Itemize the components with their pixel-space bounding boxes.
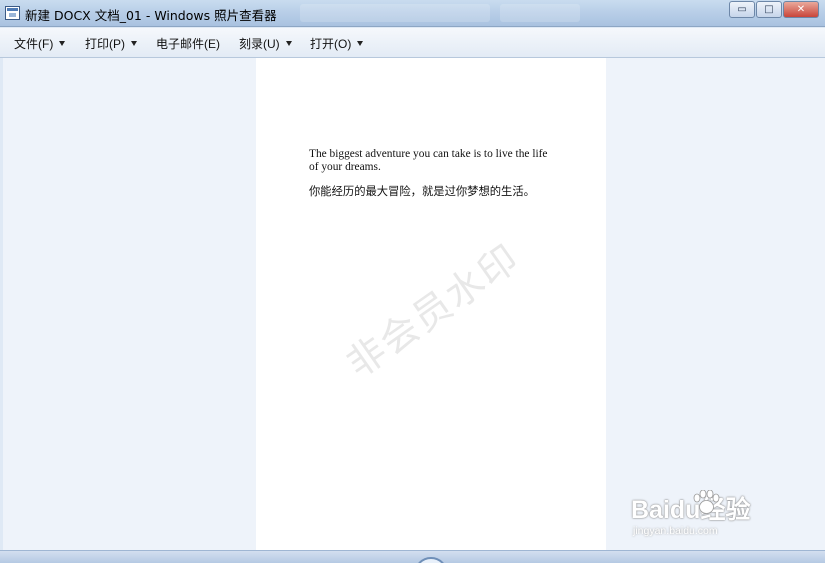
english-quote: The biggest adventure you can take is to… (309, 148, 548, 173)
chevron-down-icon (285, 40, 292, 46)
baidu-url: jingyan.baidu.com (633, 525, 718, 537)
menu-print[interactable]: 打印(P) (85, 35, 137, 51)
document-page: The biggest adventure you can take is to… (256, 58, 606, 550)
menu-email[interactable]: 电子邮件(E) (156, 35, 220, 51)
background-taskbar-tabs (300, 4, 690, 22)
chevron-down-icon (357, 40, 364, 46)
watermark-text: 非会员水印 (338, 235, 528, 387)
chevron-down-icon (59, 40, 66, 46)
window-controls: ▭ □ ✕ (729, 1, 819, 19)
menu-burn[interactable]: 刻录(U) (239, 35, 292, 51)
play-slideshow-button[interactable] (414, 557, 448, 563)
minimize-button[interactable]: ▭ (729, 1, 755, 18)
close-button[interactable]: ✕ (783, 1, 819, 18)
background-tab (300, 4, 490, 22)
chinese-quote: 你能经历的最大冒险，就是过你梦想的生活。 (309, 185, 535, 198)
menu-email-label: 电子邮件(E) (156, 36, 220, 51)
photo-viewer-window: 新建 DOCX 文档_01 - Windows 照片查看器 ▭ □ ✕ 文件(F… (0, 0, 825, 563)
window-title: 新建 DOCX 文档_01 - Windows 照片查看器 (25, 8, 277, 23)
chevron-down-icon (131, 40, 137, 46)
photo-viewer-icon (5, 6, 20, 20)
title-bar[interactable]: 新建 DOCX 文档_01 - Windows 照片查看器 ▭ □ ✕ (0, 0, 825, 27)
menu-file[interactable]: 文件(F) (14, 35, 66, 51)
background-tab (500, 4, 580, 22)
menu-open[interactable]: 打开(O) (310, 35, 364, 51)
paw-icon (693, 490, 720, 514)
menu-print-label: 打印(P) (85, 36, 125, 51)
bottom-control-bar (0, 550, 825, 563)
menu-open-label: 打开(O) (310, 36, 352, 51)
menu-burn-label: 刻录(U) (239, 36, 280, 51)
image-viewer-area[interactable]: The biggest adventure you can take is to… (3, 58, 825, 550)
baidu-jingyan-logo: Baidu经验 jingyan.baidu.com (631, 490, 781, 540)
maximize-button[interactable]: □ (756, 1, 782, 18)
menu-file-label: 文件(F) (14, 36, 54, 51)
menu-bar: 文件(F) 打印(P) 电子邮件(E) 刻录(U) 打开(O) (0, 28, 825, 58)
